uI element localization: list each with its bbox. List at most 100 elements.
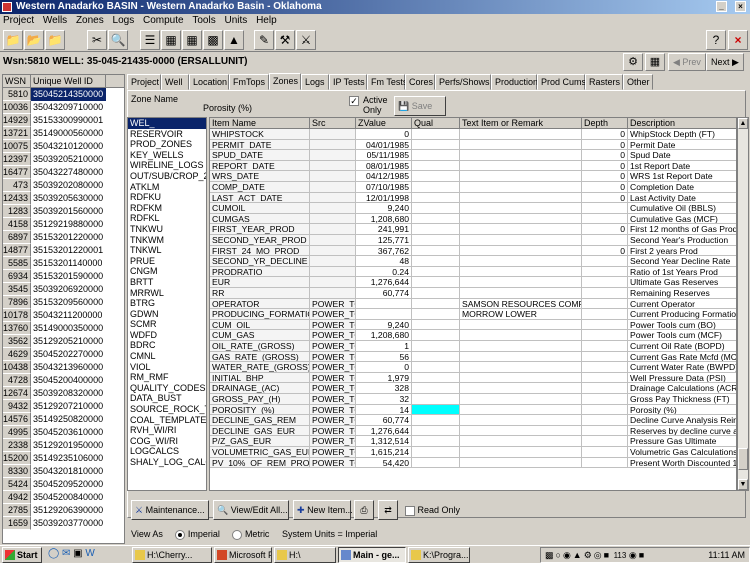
grid-cell-zvalue[interactable]: 1,208,680 — [356, 330, 412, 341]
menu-tools[interactable]: Tools — [192, 15, 215, 26]
grid-cell-remark[interactable] — [460, 235, 582, 246]
chart-icon[interactable]: ▲ — [224, 30, 244, 50]
grid-cell-remark[interactable] — [460, 394, 582, 405]
column-header-uwi[interactable]: Unique Well ID — [31, 75, 106, 87]
tools-icon[interactable]: ⚒ — [275, 30, 295, 50]
well-row[interactable]: 16477 35043227480000 — [3, 166, 124, 179]
grid-cell-qual[interactable] — [412, 160, 460, 172]
grid-cell-depth[interactable] — [582, 447, 628, 458]
read-only-checkbox[interactable]: Read Only — [405, 505, 460, 516]
zone-list-item[interactable]: MRRWL — [128, 288, 206, 299]
tab-project[interactable]: Project — [127, 74, 161, 90]
grid-cell-depth[interactable]: 0 — [582, 245, 628, 257]
grid-icon[interactable]: ▦ — [645, 53, 665, 71]
column-header-src[interactable]: Src — [310, 118, 356, 129]
menu-wells[interactable]: Wells — [43, 15, 67, 26]
open-folder-icon[interactable]: 📁 — [3, 30, 23, 50]
well-row[interactable]: 4995 35045203610000 — [3, 426, 124, 439]
grid-cell-depth[interactable] — [582, 404, 628, 416]
grid-cell-remark[interactable] — [460, 436, 582, 447]
view-edit-all-button[interactable]: 🔍 View/Edit All... — [213, 500, 289, 520]
column-header-remark[interactable]: Text Item or Remark — [460, 118, 582, 129]
zone-list-item[interactable]: TNKWM — [128, 235, 206, 246]
grid-cell-zvalue[interactable]: 1,979 — [356, 372, 412, 384]
new-item-button[interactable]: ✚ New Item... — [293, 500, 353, 520]
grid-cell-qual[interactable] — [412, 404, 460, 416]
grid-cell-depth[interactable] — [582, 330, 628, 341]
zone-list-item[interactable]: RESERVOIR — [128, 129, 206, 140]
well-row[interactable]: 6897 35153201220000 — [3, 231, 124, 244]
grid-cell-zvalue[interactable]: 0 — [356, 362, 412, 373]
zone-list-item[interactable]: LOGCALCS — [128, 446, 206, 457]
grid-cell-remark[interactable] — [460, 182, 582, 193]
grid-cell-depth[interactable] — [582, 425, 628, 437]
well-row[interactable]: 12433 35039205630000 — [3, 192, 124, 205]
grid-cell-zvalue[interactable]: 12/01/1998 — [356, 192, 412, 204]
grid-cell-remark[interactable] — [460, 362, 582, 373]
grid-cell-remark[interactable] — [460, 266, 582, 278]
grid-cell-depth[interactable] — [582, 394, 628, 405]
grid-cell-remark[interactable]: SAMSON RESOURCES COMPAN — [460, 298, 582, 310]
tray-icons-2[interactable]: ◉■ — [629, 550, 646, 560]
grid-cell-zvalue[interactable]: 0.24 — [356, 266, 412, 278]
grid-cell-depth[interactable]: 0 — [582, 224, 628, 235]
zone-list-item[interactable]: RDFKM — [128, 203, 206, 214]
tab-location[interactable]: Location — [189, 74, 229, 90]
well-row[interactable]: 10075 35043210120000 — [3, 140, 124, 153]
grid-cell-zvalue[interactable]: 04/01/1985 — [356, 139, 412, 151]
grid-cell-zvalue[interactable] — [356, 309, 412, 320]
zone-list-item[interactable]: GDWN — [128, 309, 206, 320]
grid-cell-zvalue[interactable]: 32 — [356, 394, 412, 405]
grid-cell-zvalue[interactable]: 1,312,514 — [356, 436, 412, 447]
grid-cell-zvalue[interactable]: 1,208,680 — [356, 213, 412, 225]
zone-list-item[interactable]: RDFKU — [128, 192, 206, 203]
column-header-qual[interactable]: Qual — [412, 118, 460, 129]
well-row[interactable]: 15200 35149235106000 — [3, 452, 124, 465]
maintenance-button[interactable]: ⚔ Maintenance... — [131, 500, 209, 520]
well-row[interactable]: 473 35039202080000 — [3, 179, 124, 192]
grid-cell-zvalue[interactable]: 60,774 — [356, 288, 412, 299]
export-button[interactable]: ⇄ — [378, 500, 398, 520]
grid-cell-qual[interactable] — [412, 372, 460, 384]
grid-cell-depth[interactable] — [582, 266, 628, 278]
print-button[interactable]: ⎙ — [354, 500, 374, 520]
grid-cell-zvalue[interactable]: 9,240 — [356, 203, 412, 214]
grid-cell-zvalue[interactable]: 60,774 — [356, 415, 412, 426]
grid-cell-remark[interactable] — [460, 288, 582, 299]
grid-cell-qual[interactable] — [412, 171, 460, 182]
imperial-radio[interactable] — [175, 529, 186, 540]
zone-list-item[interactable]: SCMR — [128, 319, 206, 330]
grid-cell-zvalue[interactable]: 241,991 — [356, 224, 412, 235]
grid-cell-zvalue[interactable]: 05/11/1985 — [356, 150, 412, 161]
close-icon[interactable]: × — [728, 30, 748, 50]
grid-cell-remark[interactable] — [460, 447, 582, 458]
grid-icon[interactable]: ▦ — [161, 30, 181, 50]
grid-cell-qual[interactable] — [412, 351, 460, 363]
menu-project[interactable]: Project — [3, 15, 34, 26]
well-row[interactable]: 13760 35149000350000 — [3, 322, 124, 335]
grid-cell-qual[interactable] — [412, 447, 460, 458]
grid-cell-depth[interactable]: 0 — [582, 192, 628, 204]
grid-cell-zvalue[interactable]: 1,615,214 — [356, 447, 412, 458]
grid-cell-zvalue[interactable]: 0 — [356, 129, 412, 140]
calendar-icon[interactable]: ▩ — [203, 30, 223, 50]
grid-cell-depth[interactable] — [582, 383, 628, 394]
start-button[interactable]: Start — [2, 547, 42, 563]
column-header-item-name[interactable]: Item Name — [210, 118, 310, 129]
scroll-up-icon[interactable]: ▲ — [738, 118, 748, 129]
zone-list-item[interactable]: SHALY_LOG_CALCS — [128, 457, 206, 468]
zone-list-item[interactable]: WEL_ — [128, 118, 206, 129]
grid-cell-zvalue[interactable]: 1 — [356, 341, 412, 352]
grid-cell-remark[interactable] — [460, 319, 582, 331]
grid-cell-zvalue[interactable]: 14 — [356, 404, 412, 416]
well-row[interactable]: 2785 35129206390000 — [3, 504, 124, 517]
zone-list-item[interactable]: OUT/SUB/CROP_2 — [128, 171, 206, 182]
grid-cell-qual[interactable] — [412, 256, 460, 267]
grid-scrollbar[interactable]: ▲ ▼ — [737, 117, 749, 491]
grid-cell-depth[interactable] — [582, 213, 628, 225]
grid-cell-qual[interactable] — [412, 394, 460, 405]
zone-list-item[interactable]: VIOL — [128, 362, 206, 373]
log-icon[interactable]: ☰ — [140, 30, 160, 50]
tab-fm-tests[interactable]: Fm Tests — [367, 74, 407, 90]
tab-perfs-shows[interactable]: Perfs/Shows — [435, 74, 491, 90]
